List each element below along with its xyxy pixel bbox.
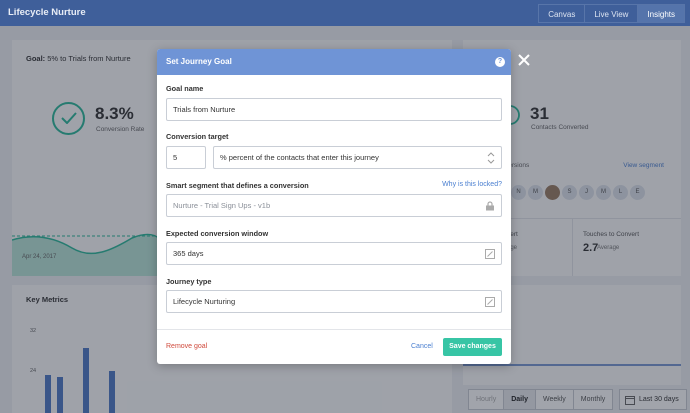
goal-name-label: Goal name [166, 84, 204, 93]
modal-title: Set Journey Goal [166, 57, 232, 66]
set-journey-goal-modal: Set Journey Goal ? Goal name Trials from… [157, 49, 511, 364]
close-icon[interactable] [517, 53, 531, 67]
help-icon[interactable]: ? [495, 57, 505, 67]
cancel-button[interactable]: Cancel [411, 343, 433, 350]
save-changes-button[interactable]: Save changes [443, 338, 502, 356]
tab-insights[interactable]: Insights [637, 4, 685, 23]
goal-name-input[interactable]: Trials from Nurture [166, 98, 502, 121]
why-locked-link[interactable]: Why is this locked? [442, 181, 502, 188]
segment-value: Nurture - Trial Sign Ups - v1b [173, 201, 271, 210]
remove-goal-link[interactable]: Remove goal [166, 343, 207, 350]
edit-icon[interactable] [485, 297, 495, 307]
journey-type-label: Journey type [166, 277, 212, 286]
conversion-window-input[interactable]: 365 days [166, 242, 502, 265]
conversion-target-label: Conversion target [166, 132, 229, 141]
tab-canvas[interactable]: Canvas [538, 4, 586, 23]
top-bar: Lifecycle Nurture Canvas Live View Insig… [0, 0, 690, 26]
select-arrows-icon [487, 152, 495, 164]
conversion-target-select-label: % percent of the contacts that enter thi… [220, 153, 379, 162]
edit-icon[interactable] [485, 249, 495, 259]
journey-type-value: Lifecycle Nurturing [173, 297, 236, 306]
segment-input: Nurture - Trial Sign Ups - v1b [166, 194, 502, 217]
tab-live-view[interactable]: Live View [584, 4, 639, 23]
journey-type-input[interactable]: Lifecycle Nurturing [166, 290, 502, 313]
conversion-window-value: 365 days [173, 249, 204, 258]
conversion-target-select[interactable]: % percent of the contacts that enter thi… [213, 146, 502, 169]
app-title: Lifecycle Nurture [8, 7, 86, 18]
conversion-window-label: Expected conversion window [166, 229, 269, 238]
modal-header: Set Journey Goal ? [157, 49, 511, 75]
modal-footer-divider [157, 329, 511, 330]
view-tabs: Canvas Live View Insights [538, 4, 685, 23]
lock-icon [486, 201, 494, 211]
conversion-target-input[interactable]: 5 [166, 146, 206, 169]
segment-label: Smart segment that defines a conversion [166, 181, 309, 190]
